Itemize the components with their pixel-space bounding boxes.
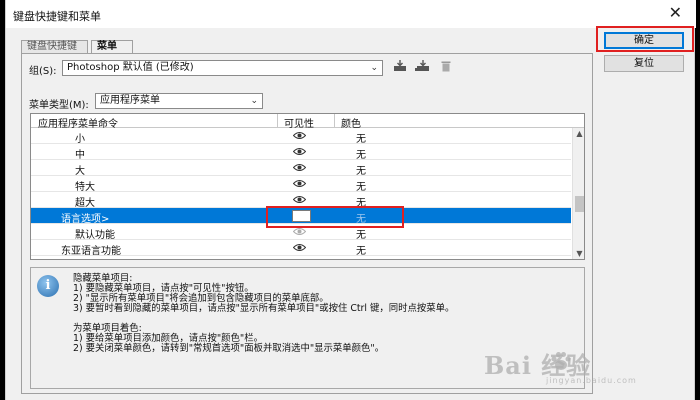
scroll-down-icon[interactable]: ▼	[573, 248, 584, 259]
reset-button[interactable]: 复位	[604, 55, 684, 72]
command-name: 小	[75, 134, 85, 145]
watermark: Bai 经验 jingyan.baidu.com	[484, 346, 674, 386]
close-icon[interactable]: ✕	[669, 5, 682, 21]
color-value[interactable]: 无	[356, 178, 366, 193]
menu-type-select-value: 应用程序菜单	[100, 95, 160, 106]
info-line: 3) 要暂时看到隐藏的菜单项目，请点按"显示所有菜单项目"或按住 Ctrl 键，…	[73, 303, 455, 314]
color-value[interactable]: 无	[356, 242, 366, 257]
paw-logo-icon	[551, 352, 571, 370]
table-row[interactable]: 小 无	[31, 128, 571, 145]
scroll-thumb[interactable]	[575, 196, 584, 212]
visibility-cell-highlight	[266, 206, 404, 228]
menu-commands-table: 应用程序菜单命令 可见性 颜色 小 无 中 无 大 无 特大 无 超大 无 语言…	[30, 113, 585, 260]
command-name: 超大	[75, 198, 95, 209]
command-name: 大	[75, 166, 85, 177]
command-name: 语言选项>	[61, 214, 110, 225]
eye-icon[interactable]	[293, 163, 306, 172]
ok-button-highlight	[596, 26, 694, 52]
menu-type-label: 菜单类型(M):	[29, 100, 89, 111]
table-header: 应用程序菜单命令 可见性 颜色	[31, 114, 584, 130]
dialog-title: 键盘快捷键和菜单	[13, 10, 101, 23]
save-set-icon[interactable]	[392, 60, 408, 74]
column-divider	[277, 114, 278, 128]
chevron-down-icon: ⌄	[250, 96, 258, 106]
command-name: 中	[75, 150, 85, 161]
scroll-up-icon[interactable]: ▲	[573, 128, 584, 140]
eye-icon[interactable]	[293, 147, 306, 156]
eye-icon[interactable]	[293, 227, 306, 236]
menu-type-select[interactable]: 应用程序菜单 ⌄	[95, 93, 263, 109]
command-name: 特大	[75, 182, 95, 193]
eye-icon[interactable]	[293, 131, 306, 140]
table-scrollbar[interactable]: ▲ ▼	[572, 128, 584, 259]
column-divider	[334, 114, 335, 128]
color-value[interactable]: 无	[356, 226, 366, 241]
color-value[interactable]: 无	[356, 146, 366, 161]
set-select-value: Photoshop 默认值 (已修改)	[67, 62, 194, 73]
set-label: 组(S):	[29, 66, 57, 77]
color-value[interactable]: 无	[356, 130, 366, 145]
eye-icon[interactable]	[293, 195, 306, 204]
eye-icon[interactable]	[293, 179, 306, 188]
table-row[interactable]: 中 无	[31, 144, 571, 161]
info-icon: i	[37, 275, 59, 297]
eye-icon[interactable]	[293, 243, 306, 252]
trash-icon[interactable]	[438, 60, 454, 74]
keyboard-shortcuts-dialog: 键盘快捷键和菜单 ✕ 确定 复位 键盘快捷键 菜单 组(S): Photosho…	[5, 0, 696, 400]
command-name: 东亚语言功能	[61, 246, 121, 257]
tab-menus[interactable]: 菜单	[91, 40, 133, 54]
watermark-url: jingyan.baidu.com	[546, 376, 637, 385]
tab-keyboard-shortcuts[interactable]: 键盘快捷键	[21, 40, 88, 54]
chevron-down-icon: ⌄	[370, 63, 378, 73]
command-name: 默认功能	[75, 230, 115, 241]
title-bar: 键盘快捷键和菜单 ✕	[6, 0, 696, 28]
table-row[interactable]: 特大 无	[31, 176, 571, 193]
table-row[interactable]: 大 无	[31, 160, 571, 177]
color-value[interactable]: 无	[356, 162, 366, 177]
set-select[interactable]: Photoshop 默认值 (已修改) ⌄	[62, 60, 383, 76]
table-row[interactable]: 东亚语言功能 无	[31, 240, 571, 257]
new-set-icon[interactable]	[415, 60, 431, 74]
info-line: 2) 要关闭菜单颜色，请转到"常规首选项"面板并取消选中"显示菜单颜色"。	[73, 343, 385, 354]
